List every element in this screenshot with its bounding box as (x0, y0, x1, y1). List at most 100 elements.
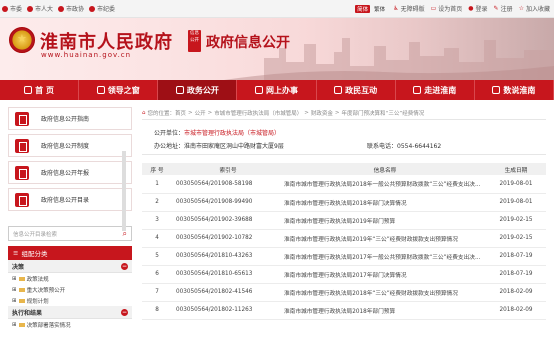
category-header: ≡ 组配分类 (8, 246, 132, 260)
folder-icon (18, 322, 25, 327)
nav-public-interaction[interactable]: 政民互动 (317, 80, 396, 100)
sidebar-annual-report[interactable]: 政府信息公开年报 (8, 161, 132, 184)
monitor-icon (254, 86, 263, 94)
row-date: 2019-02-15 (486, 211, 546, 230)
building-icon (58, 5, 65, 12)
bookmark-link[interactable]: ☆ 加入收藏 (519, 4, 550, 13)
phone-value: 0554-6644162 (397, 143, 442, 150)
affiliate-links: 市委 市人大 市政协 市纪委 (2, 4, 115, 13)
catalog-search-input[interactable]: 信息公开目录检索 ⌕ (8, 226, 132, 241)
user-links: 简体 繁体 ♿ 无障碍版 ▭ 设为首页 ● 登录 ✎ 注册 ☆ 加入收藏 (355, 4, 550, 13)
sidebar-scrollbar[interactable] (122, 151, 126, 231)
table-row[interactable]: 8 003050564/201802-11263 淮南市城市管理行政执法局2018年… (142, 301, 546, 320)
link-peoples-congress[interactable]: 市人大 (27, 4, 53, 13)
breadcrumb-item[interactable]: 公开 (195, 109, 206, 117)
lang-traditional[interactable]: 繁体 (372, 5, 387, 13)
row-index-number: 003050564/201902-39688 (172, 211, 280, 230)
row-title-link[interactable]: 淮南市城市管理行政执法局2018年一般公共预算财政拨款“三公”经费支出决... (280, 175, 486, 194)
row-title-link[interactable]: 淮南市城市管理行政执法局2018年部门决算情况 (280, 193, 486, 212)
category-group-execution[interactable]: 执行和结果 − (8, 306, 132, 319)
accessibility-link[interactable]: ♿ 无障碍版 (393, 4, 424, 13)
info-disclosure-seal: 信息公开 (188, 30, 201, 52)
language-switch: 简体 繁体 (355, 4, 387, 13)
row-index: 5 (142, 247, 172, 266)
expand-icon: ⊞ (12, 275, 17, 282)
row-title-link[interactable]: 淮南市城市管理行政执法局2019年部门预算 (280, 211, 486, 230)
search-placeholder: 信息公开目录检索 (13, 231, 58, 238)
nav-statistics[interactable]: 数说淮南 (475, 80, 554, 100)
row-date: 2018-07-19 (486, 265, 546, 284)
guide-icon (15, 111, 29, 126)
table-row[interactable]: 6 003050564/201810-65613 淮南市城市管理行政执法局2017年… (142, 265, 546, 284)
phone-row: 联系电话：0554-6644162 (367, 143, 442, 150)
row-title-link[interactable]: 淮南市城市管理行政执法局2019年“三公”经费财政拨款支出预算情况 (280, 229, 486, 248)
expand-icon: ⊞ (12, 321, 17, 328)
link-cppcc[interactable]: 市政协 (58, 4, 84, 13)
row-index: 2 (142, 193, 172, 212)
national-emblem-logo (9, 27, 35, 53)
col-header-index: 序 号 (142, 163, 172, 175)
tree-item[interactable]: ⊞ 政策法规 (8, 273, 132, 284)
folder-icon (18, 287, 25, 292)
tree-item[interactable]: ⊞ 规划计划 (8, 295, 132, 306)
expand-icon: ⊞ (12, 286, 17, 293)
set-homepage-link[interactable]: ▭ 设为首页 (431, 4, 463, 13)
collapse-icon[interactable]: − (121, 262, 128, 270)
row-index-number: 003050564/201810-43263 (172, 247, 280, 266)
link-municipal-committee[interactable]: 市委 (2, 4, 22, 13)
tree-item[interactable]: ⊞ 决策部署落实情况 (8, 319, 132, 330)
table-row[interactable]: 2 003050564/201908-99490 淮南市城市管理行政执法局2018年… (142, 193, 546, 212)
row-title-link[interactable]: 淮南市城市管理行政执法局2017年一般公共预算财政拨款“三公”经费支出决... (280, 247, 486, 266)
breadcrumb-item[interactable]: 您的位置：首页 (148, 109, 187, 117)
chat-icon (334, 86, 343, 94)
folder-icon (18, 276, 25, 281)
publisher-info: 公开单位：市城市管理行政执法局（市城管局） 办公地址：淮南市田家庵区洞山中路财富… (142, 125, 546, 155)
breadcrumb-item[interactable]: 市城市管理行政执法局（市城管局） (214, 109, 302, 117)
row-index-number: 003050564/201802-41546 (172, 283, 280, 302)
breadcrumb-item[interactable]: 财政资金 (311, 109, 333, 117)
list-icon: ≡ (13, 249, 19, 257)
folder-icon (18, 298, 25, 303)
sidebar-disclosure-rules[interactable]: 政府信息公开制度 (8, 134, 132, 157)
breadcrumb-item[interactable]: 年度部门预决算和“三公”经费情况 (342, 109, 425, 117)
report-icon (15, 165, 29, 180)
sidebar-disclosure-guide[interactable]: 政府信息公开指南 (8, 107, 132, 130)
register-link[interactable]: ✎ 注册 (494, 4, 513, 13)
row-index-number: 003050564/201908-58198 (172, 175, 280, 194)
table-row[interactable]: 1 003050564/201908-58198 淮南市城市管理行政执法局2018年… (142, 175, 546, 194)
row-index: 6 (142, 265, 172, 284)
table-row[interactable]: 4 003050564/201902-10782 淮南市城市管理行政执法局2019年… (142, 229, 546, 248)
chart-icon (492, 86, 501, 94)
user-icon: ● (468, 5, 474, 12)
category-group-decision[interactable]: 决策 − (8, 260, 132, 273)
breadcrumb: ⌂ 您的位置：首页 > 公开 > 市城市管理行政执法局（市城管局） > 财政资金 > 年… (142, 107, 546, 120)
lang-simplified[interactable]: 简体 (355, 4, 371, 13)
edit-icon: ✎ (493, 5, 499, 12)
collapse-icon[interactable]: − (121, 308, 128, 316)
row-index: 8 (142, 301, 172, 320)
nav-leadership[interactable]: 领导之窗 (79, 80, 159, 100)
table-row[interactable]: 3 003050564/201902-39688 淮南市城市管理行政执法局2019年… (142, 211, 546, 230)
nav-about-huainan[interactable]: 走进淮南 (396, 80, 475, 100)
row-title-link[interactable]: 淮南市城市管理行政执法局2017年部门决算情况 (280, 265, 486, 284)
link-discipline-commission[interactable]: 市纪委 (89, 4, 115, 13)
person-icon (96, 86, 105, 94)
section-title: 政府信息公开 (206, 35, 290, 51)
row-date: 2019-02-15 (486, 229, 546, 248)
nav-home[interactable]: 首 页 (0, 80, 80, 100)
table-row[interactable]: 7 003050564/201802-41546 淮南市城市管理行政执法局2018年… (142, 283, 546, 302)
table-row[interactable]: 5 003050564/201810-43263 淮南市城市管理行政执法局2017年… (142, 247, 546, 266)
row-title-link[interactable]: 淮南市城市管理行政执法局2018年“三公”经费财政拨款支出预算情况 (280, 283, 486, 302)
nav-online-services[interactable]: 网上办事 (237, 80, 317, 100)
login-link[interactable]: ● 登录 (468, 4, 487, 13)
row-index-number: 003050564/201908-99490 (172, 193, 280, 212)
publisher-name: 市城市管理行政执法局（市城管局） (184, 130, 281, 137)
site-url: www.huainan.gov.cn (41, 51, 132, 59)
nav-government-affairs[interactable]: 政务公开 (158, 80, 238, 100)
landmark-icon (413, 86, 422, 94)
row-title-link[interactable]: 淮南市城市管理行政执法局2018年部门预算 (280, 301, 486, 320)
row-index: 7 (142, 283, 172, 302)
tree-item[interactable]: ⊞ 重大决策预公开 (8, 284, 132, 295)
sidebar-disclosure-catalog[interactable]: 政府信息公开目录 (8, 188, 132, 211)
row-date: 2019-08-01 (486, 175, 546, 194)
